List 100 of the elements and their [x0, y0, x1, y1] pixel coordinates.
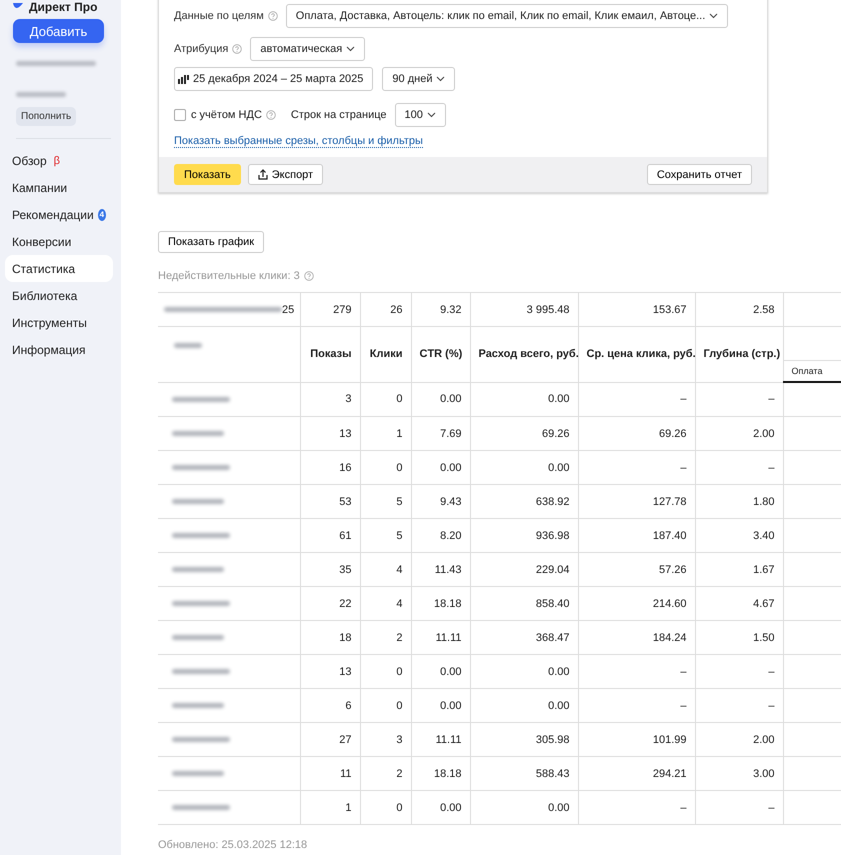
column-header: Расход всего, руб.	[470, 326, 578, 382]
nav-item[interactable]: Библиотека	[5, 282, 113, 309]
table-cell: 858.40	[470, 586, 578, 620]
checkbox-label: с учётом НДС	[191, 109, 262, 121]
goals-dropdown[interactable]: Оплата, Доставка, Автоцель: клик по email, Клик по email, Клик емаил, Автоце...	[286, 4, 728, 28]
redacted-text	[172, 805, 230, 810]
save-report-button[interactable]: Сохранить отчет	[646, 164, 752, 185]
table-cell: 4	[360, 586, 411, 620]
table-cell: 18	[300, 620, 360, 654]
table-cell: –	[578, 450, 695, 484]
table-cell: 57.26	[578, 552, 695, 586]
table-cell: –	[695, 790, 783, 824]
table-cell: 4	[360, 552, 411, 586]
chevron-icon	[426, 112, 436, 118]
redacted-text	[172, 396, 230, 402]
invalid-clicks-text: Недействительные клики: 3	[158, 270, 300, 282]
column-header: Глубина (стр.)	[695, 326, 783, 382]
redacted-text	[172, 703, 224, 708]
rows-per-page-dropdown[interactable]: 100	[394, 103, 446, 127]
topup-button[interactable]: Пополнить	[16, 107, 76, 126]
nav-item[interactable]: Рекомендации 4	[5, 201, 113, 228]
table-cell: –	[695, 688, 783, 722]
redacted-text	[16, 92, 66, 97]
table-cell: 0.00	[411, 382, 470, 416]
column-header: CTR (%)	[411, 326, 470, 382]
table-cell: 18.18	[411, 586, 470, 620]
total-cell: 26	[360, 292, 411, 326]
table-cell: 69.26	[578, 416, 695, 450]
redacted-text	[172, 771, 224, 776]
nav-item[interactable]: Конверсии	[5, 228, 113, 255]
table-cell: 0	[360, 450, 411, 484]
table-cell: 11	[300, 756, 360, 790]
field-label: Данные по целям	[174, 10, 264, 22]
table-cell: 2	[360, 756, 411, 790]
period-dropdown[interactable]: 90 дней	[382, 67, 456, 91]
table-cell: 0.00	[470, 654, 578, 688]
column-header: Ср. цена клика, руб.	[578, 326, 695, 382]
table-cell: 2	[360, 620, 411, 654]
nav-item[interactable]: Статистика	[5, 255, 113, 282]
table-cell: 0.00	[411, 450, 470, 484]
table-cell: 16	[300, 450, 360, 484]
table-cell: 0.00	[411, 688, 470, 722]
show-button[interactable]: Показать	[174, 164, 241, 185]
table-cell: –	[695, 450, 783, 484]
count-badge: 4	[98, 208, 106, 220]
export-button[interactable]: Экспорт	[248, 164, 324, 185]
total-cell: 153.67	[578, 292, 695, 326]
table-cell: 35	[300, 552, 360, 586]
table-cell: –	[578, 654, 695, 688]
total-cell: 3 995.48	[470, 292, 578, 326]
table-cell: 3	[300, 382, 360, 416]
table-cell: 53	[300, 484, 360, 518]
show-selection-link[interactable]: Показать выбранные срезы, столбцы и фильтры	[174, 135, 423, 148]
redacted-text	[172, 737, 230, 742]
table-cell: 2.00	[695, 722, 783, 756]
table-cell: 11.43	[411, 552, 470, 586]
table-cell: 13	[300, 416, 360, 450]
help-icon	[232, 44, 242, 54]
table-cell: 3	[360, 722, 411, 756]
logo-text: Директ Про	[29, 0, 98, 14]
table-cell: 294.21	[578, 756, 695, 790]
table-cell: 1.50	[695, 620, 783, 654]
attribution-dropdown[interactable]: автоматическая	[250, 37, 366, 61]
date-range-field[interactable]: 25 декабря 2024 – 25 марта 2025	[174, 67, 374, 91]
nav-item[interactable]: Обзор β	[5, 147, 113, 174]
table-cell: 588.43	[470, 756, 578, 790]
help-icon	[268, 11, 278, 21]
table-cell: 11.11	[411, 620, 470, 654]
table-cell: 61	[300, 518, 360, 552]
table-cell: 8.20	[411, 518, 470, 552]
nav-item[interactable]: Информация	[5, 336, 113, 363]
table-cell: 27	[300, 722, 360, 756]
chevron-icon	[709, 13, 718, 19]
nav-item[interactable]: Инструменты	[5, 309, 113, 336]
table-cell: 22	[300, 586, 360, 620]
table-cell: 5	[360, 518, 411, 552]
table-cell: –	[578, 382, 695, 416]
table-cell: 3.00	[695, 756, 783, 790]
add-button[interactable]: Добавить	[13, 19, 104, 43]
table-cell: –	[578, 790, 695, 824]
table-cell: 5	[360, 484, 411, 518]
field-label: Строк на странице	[290, 109, 387, 121]
table-cell: 0.00	[470, 790, 578, 824]
table-cell: 3.40	[695, 518, 783, 552]
vat-checkbox[interactable]	[174, 109, 186, 121]
table-cell: 1.80	[695, 484, 783, 518]
chevron-icon	[436, 76, 446, 82]
chevron-icon	[346, 46, 356, 52]
table-cell: 936.98	[470, 518, 578, 552]
nav-item[interactable]: Кампании	[5, 174, 113, 201]
table-cell: 4.67	[695, 586, 783, 620]
redacted-text	[172, 601, 230, 606]
redacted-text	[172, 635, 224, 640]
table-cell: 1.67	[695, 552, 783, 586]
column-header: Клики	[360, 326, 411, 382]
table-cell: 9.43	[411, 484, 470, 518]
table-cell: 0.00	[470, 382, 578, 416]
show-chart-button[interactable]: Показать график	[158, 231, 264, 253]
table-cell: 18.18	[411, 756, 470, 790]
help-icon	[304, 271, 314, 281]
